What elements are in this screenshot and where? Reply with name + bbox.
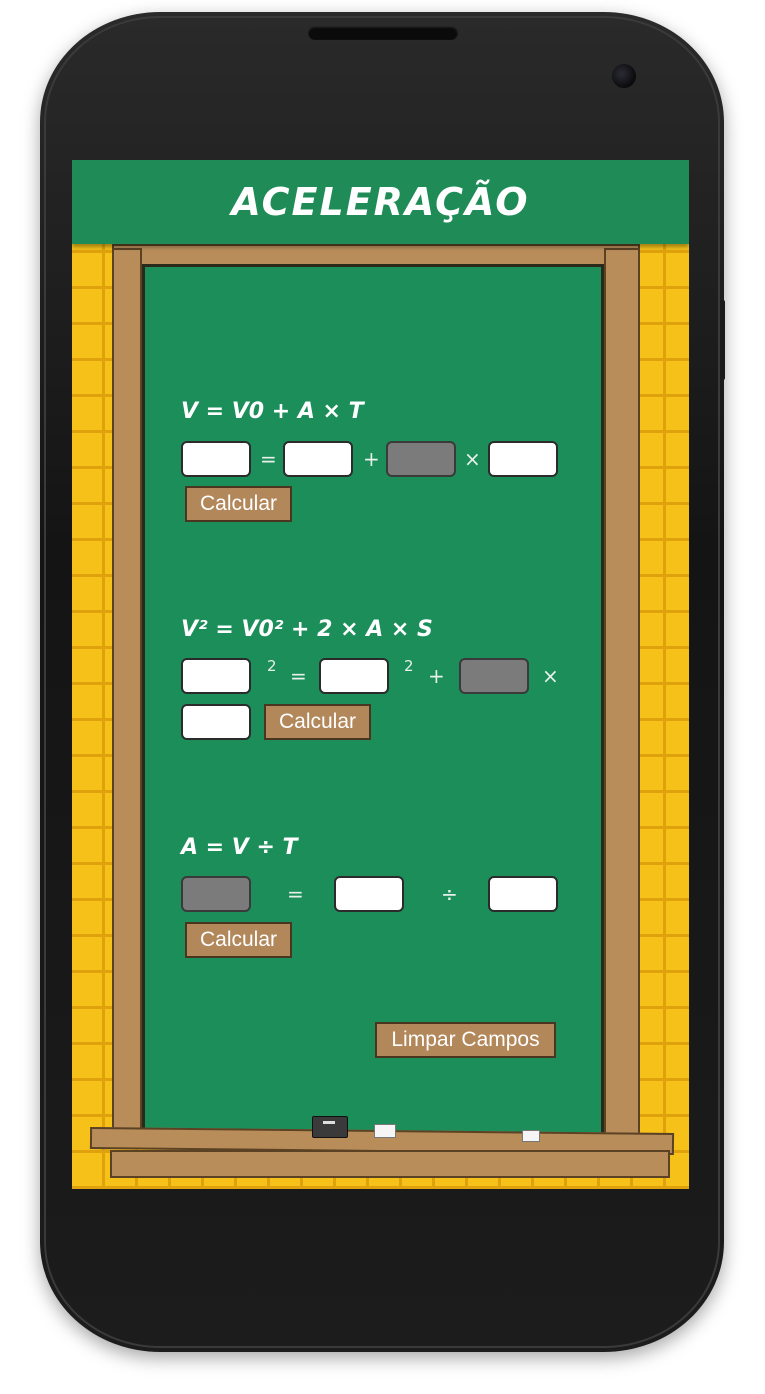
calculate-button-3[interactable]: Calcular	[185, 922, 292, 958]
calculate-button-2[interactable]: Calcular	[264, 704, 371, 740]
eraser-icon	[312, 1116, 348, 1138]
formula-torricelli: V² = V0² + 2 × A × S	[181, 617, 433, 642]
clear-fields-button[interactable]: Limpar Campos	[375, 1022, 556, 1058]
field-v[interactable]	[181, 658, 251, 694]
squared-exponent: 2	[404, 657, 414, 675]
field-a-result[interactable]	[386, 441, 456, 477]
times-sign: ×	[464, 447, 481, 471]
board-frame-left	[112, 248, 142, 1148]
chalk-icon	[374, 1124, 396, 1138]
field-a-result[interactable]	[181, 876, 251, 912]
equals-sign: =	[290, 664, 307, 688]
front-camera-icon	[612, 64, 636, 88]
app-title: ACELERAÇÃO	[231, 180, 530, 224]
times-sign: ×	[542, 664, 559, 688]
earpiece-speaker	[308, 26, 458, 40]
board-frame-top	[112, 244, 640, 266]
app-screen: ACELERAÇÃO V = V0 + A × T = + × Calcular…	[72, 160, 689, 1189]
equals-sign: =	[287, 882, 304, 906]
divide-sign: ÷	[441, 882, 458, 906]
squared-exponent: 2	[267, 657, 277, 675]
field-t[interactable]	[488, 441, 558, 477]
field-v[interactable]	[181, 441, 251, 477]
field-v0[interactable]	[319, 658, 389, 694]
chalk-icon	[522, 1130, 540, 1142]
chalk-tray-front	[110, 1150, 670, 1178]
calculate-button-1[interactable]: Calcular	[185, 486, 292, 522]
formula-acceleration: A = V ÷ T	[181, 835, 298, 860]
field-v[interactable]	[334, 876, 404, 912]
plus-sign: +	[363, 447, 380, 471]
equals-sign: =	[260, 447, 277, 471]
app-bar: ACELERAÇÃO	[72, 160, 689, 244]
field-s[interactable]	[181, 704, 251, 740]
chalkboard: V = V0 + A × T = + × Calcular V² = V0² +…	[142, 264, 604, 1144]
plus-sign: +	[428, 664, 445, 688]
board-frame-right	[604, 248, 640, 1148]
field-t[interactable]	[488, 876, 558, 912]
field-a-result[interactable]	[459, 658, 529, 694]
field-v0[interactable]	[283, 441, 353, 477]
power-button[interactable]	[720, 300, 725, 380]
formula-velocity: V = V0 + A × T	[181, 399, 364, 424]
